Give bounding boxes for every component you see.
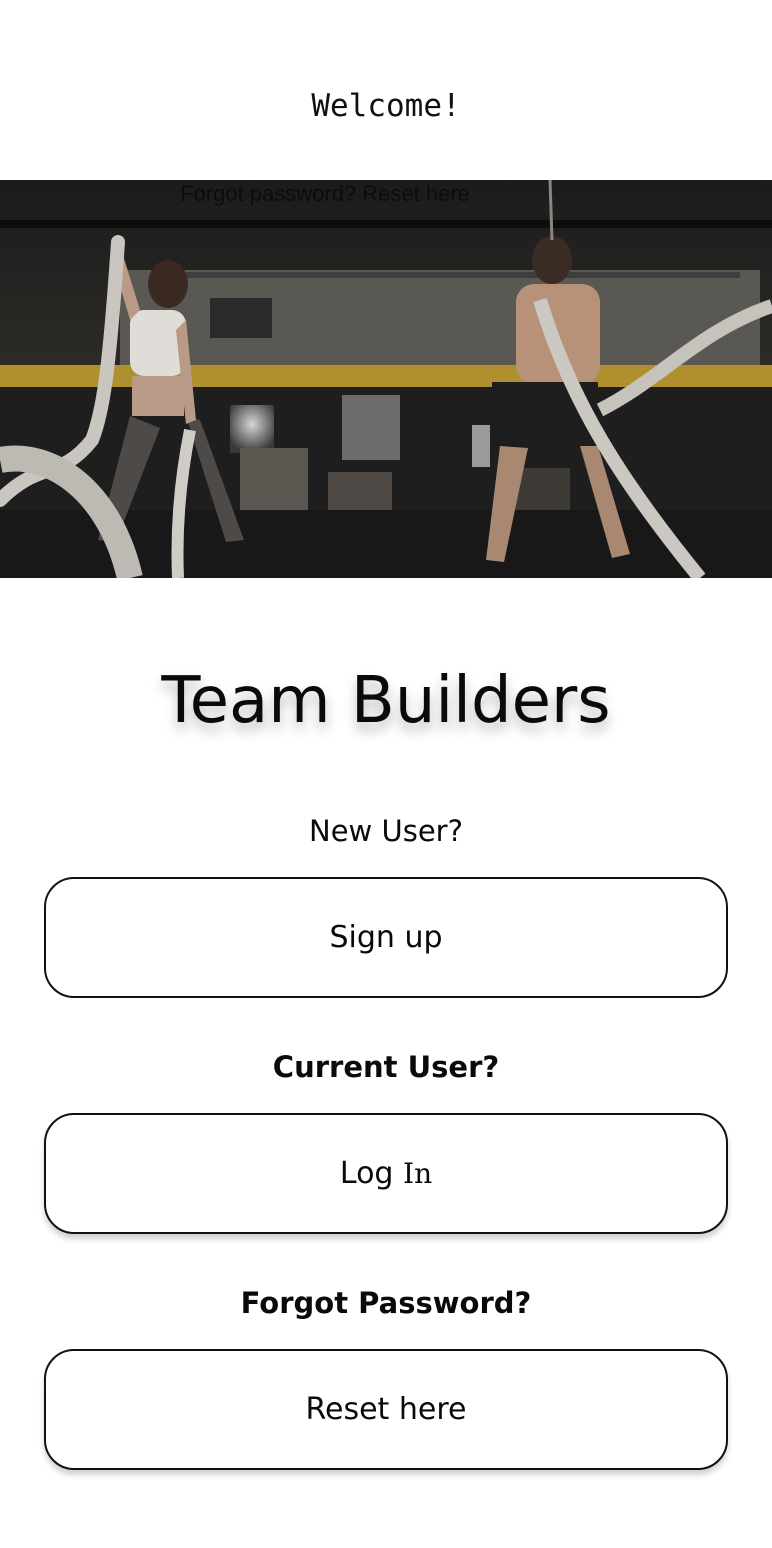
reset-here-button-label: Reset here [305, 1392, 467, 1427]
log-in-label-part2: In [403, 1157, 433, 1190]
forgot-password-label: Forgot Password? [240, 1286, 532, 1320]
log-in-label-part1: Log [339, 1156, 404, 1191]
sign-up-button-label: Sign up [329, 920, 443, 955]
current-user-label: Current User? [272, 1050, 500, 1084]
gym-photo-illustration [0, 180, 772, 578]
hero-overlay-text: Forgot password? Reset here [180, 181, 470, 206]
brand-title: Team Builders [161, 664, 611, 738]
log-in-button-label: Log In [340, 1156, 432, 1191]
welcome-heading: Welcome! [311, 88, 461, 124]
hero-image [0, 180, 772, 578]
new-user-label: New User? [309, 814, 463, 848]
log-in-button[interactable]: Log In [44, 1113, 728, 1234]
reset-here-button[interactable]: Reset here [44, 1349, 728, 1470]
sign-up-button[interactable]: Sign up [44, 877, 728, 998]
